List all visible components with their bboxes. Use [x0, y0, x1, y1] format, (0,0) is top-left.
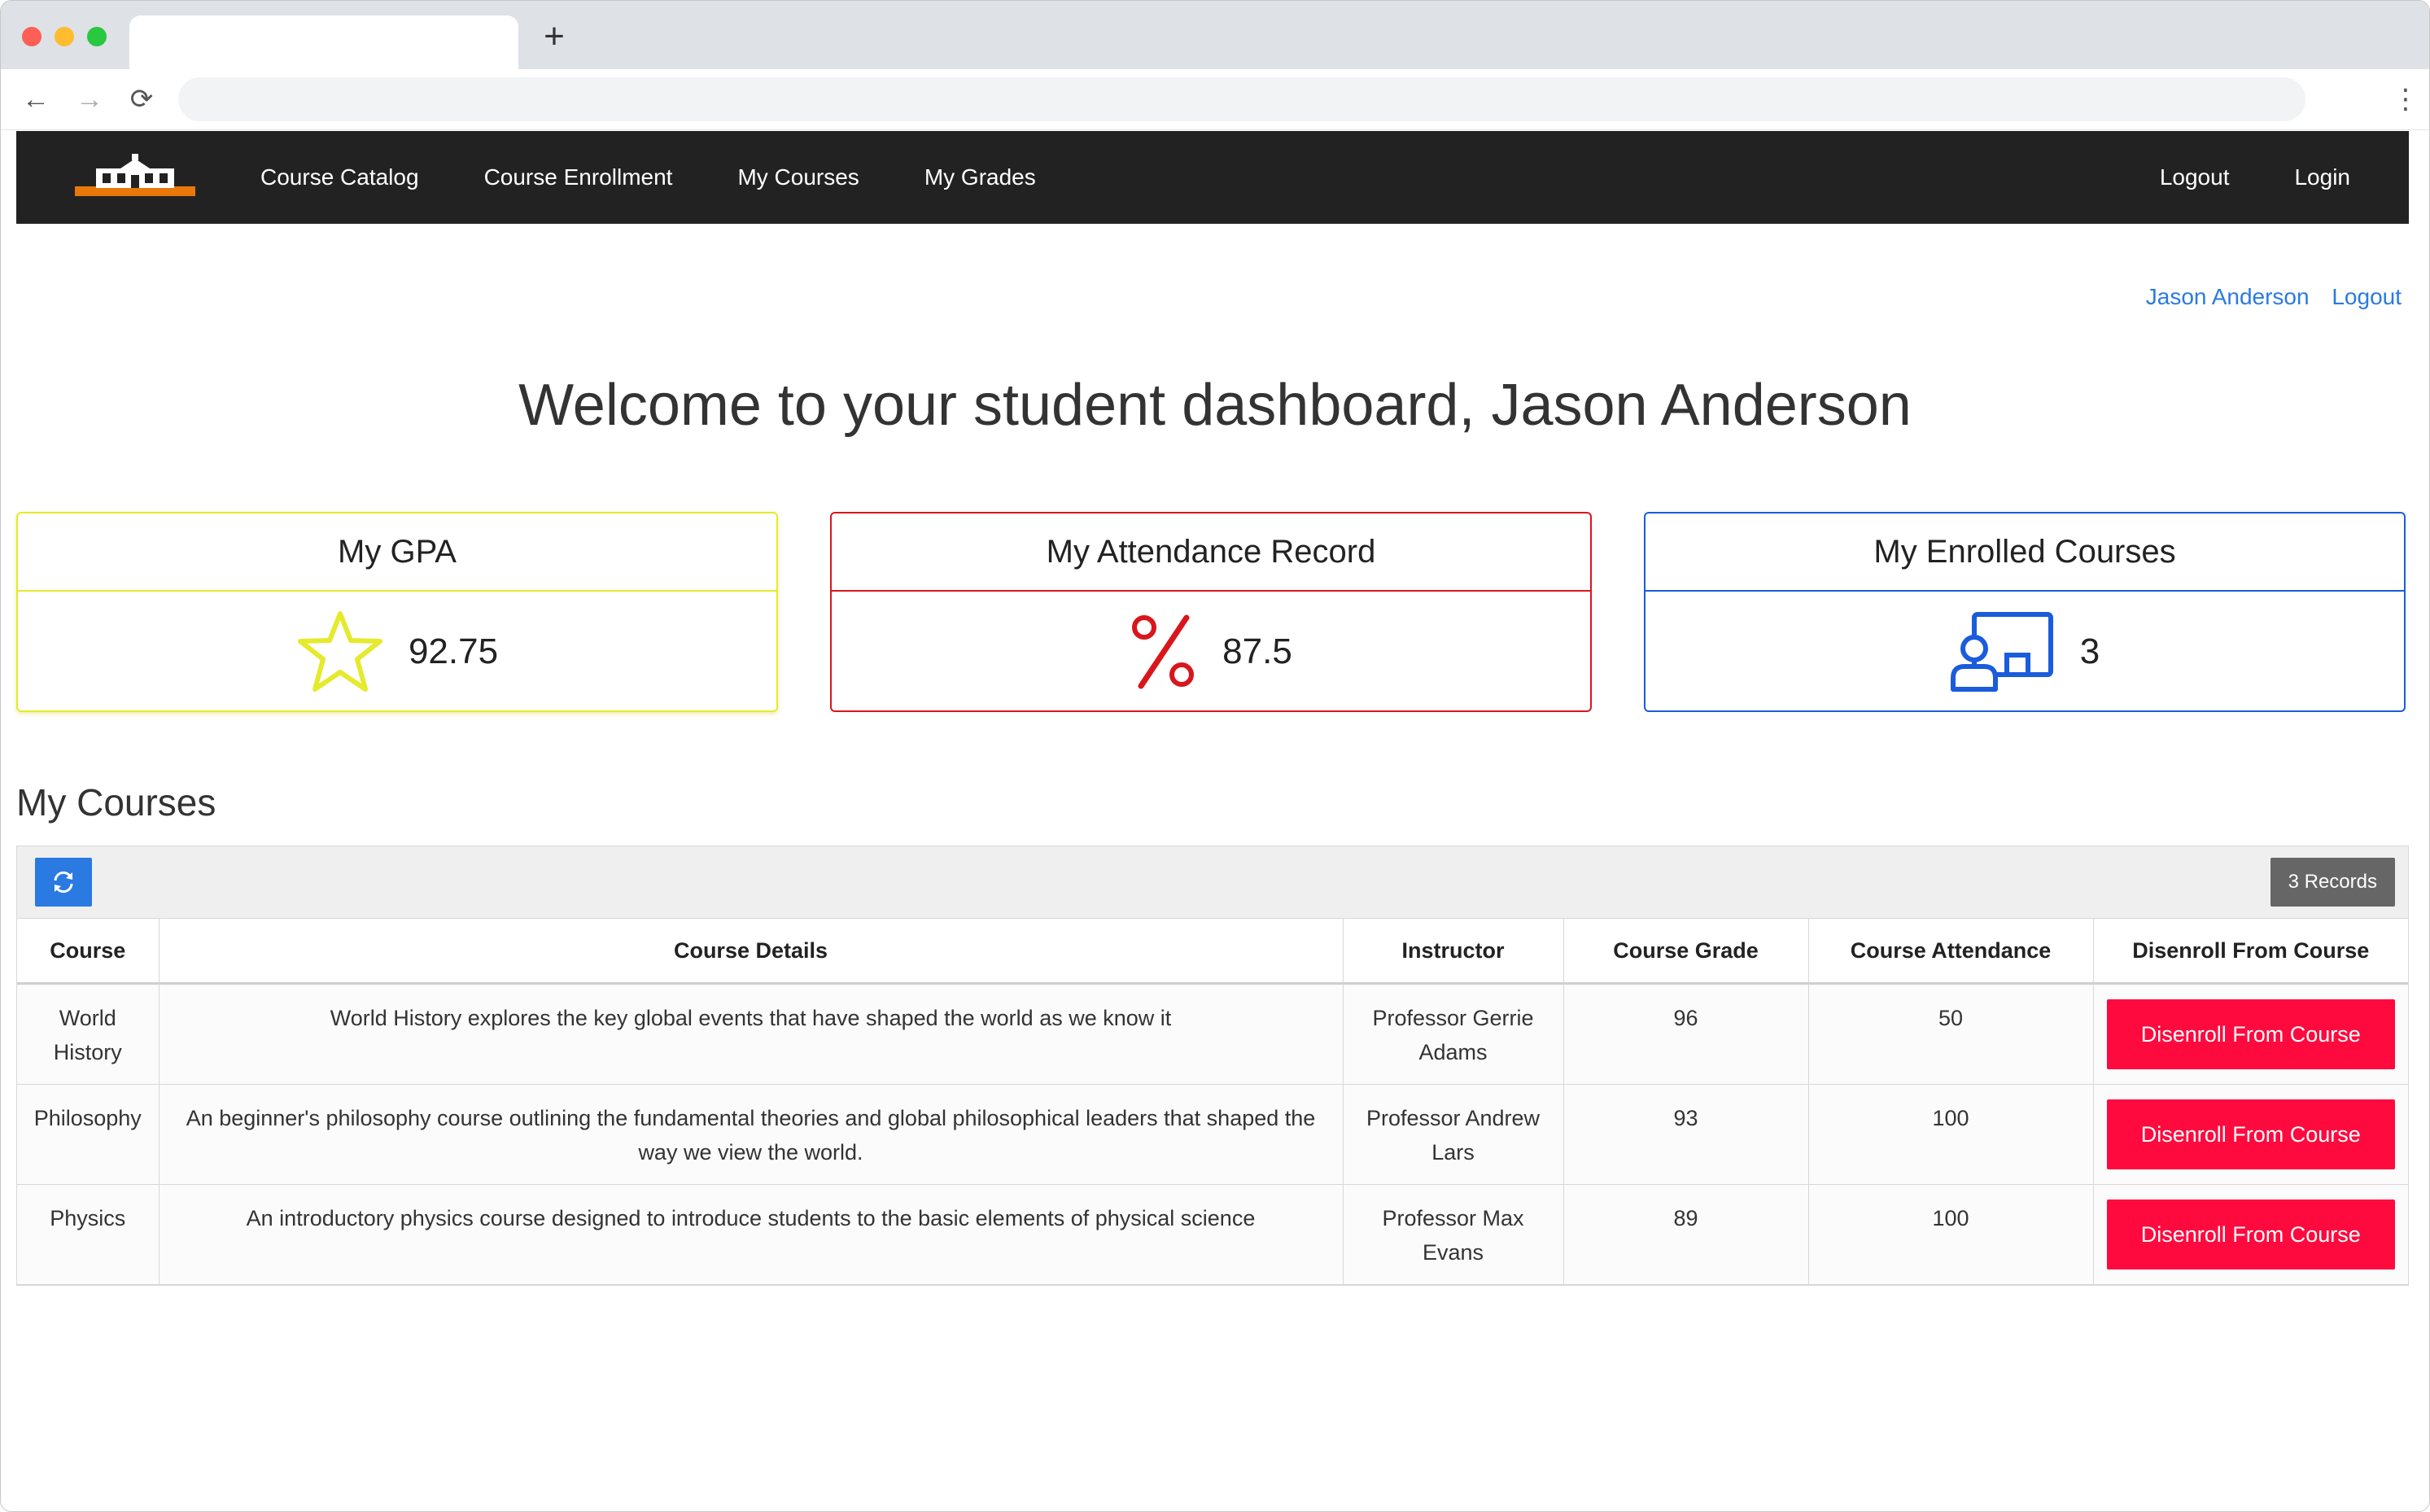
reload-icon[interactable]: ⟳	[126, 84, 157, 115]
courses-section-title: My Courses	[16, 781, 216, 824]
user-name-link[interactable]: Jason Anderson	[2146, 284, 2310, 309]
gpa-value: 92.75	[408, 631, 499, 671]
table-header-row: Course Course Details Instructor Course …	[17, 919, 2408, 985]
table-row: World History World History explores the…	[17, 983, 2408, 1085]
address-bar[interactable]	[178, 77, 2305, 121]
maximize-window-button[interactable]	[87, 27, 107, 46]
enrolled-card: My Enrolled Courses 3	[1644, 512, 2406, 712]
browser-toolbar: ← → ⟳ ⋮	[1, 69, 2429, 130]
cell-attendance: 50	[1808, 983, 2094, 1085]
nav-login[interactable]: Login	[2294, 164, 2350, 190]
column-header-grade[interactable]: Course Grade	[1563, 919, 1809, 985]
refresh-icon	[54, 871, 73, 894]
top-navbar: Course Catalog Course Enrollment My Cour…	[16, 131, 2409, 224]
grid-toolbar: 3 Records	[17, 846, 2408, 919]
cell-action: Disenroll From Course	[2093, 1084, 2408, 1185]
browser-menu-icon[interactable]: ⋮	[2392, 84, 2419, 115]
school-building-icon[interactable]	[75, 154, 195, 201]
enrolled-card-title: My Enrolled Courses	[1645, 513, 2404, 592]
disenroll-button[interactable]: Disenroll From Course	[2106, 999, 2395, 1069]
courses-table: Course Course Details Instructor Course …	[17, 919, 2408, 1285]
close-window-button[interactable]	[22, 27, 42, 46]
cell-details: An introductory physics course designed …	[159, 1184, 1344, 1285]
cell-attendance: 100	[1808, 1184, 2094, 1285]
column-header-course[interactable]: Course	[17, 919, 160, 985]
courses-grid: 3 Records Course Course Details Instruct…	[16, 846, 2409, 1286]
gpa-card: My GPA 92.75	[16, 512, 778, 712]
attendance-value: 87.5	[1222, 631, 1292, 671]
column-header-details[interactable]: Course Details	[159, 919, 1344, 985]
cell-instructor: Professor Max Evans	[1343, 1184, 1564, 1285]
cell-course: Physics	[17, 1184, 160, 1285]
cell-instructor: Professor Gerrie Adams	[1343, 983, 1564, 1085]
new-tab-button[interactable]: +	[538, 19, 570, 55]
column-header-attendance[interactable]: Course Attendance	[1808, 919, 2094, 985]
tab-strip: +	[1, 1, 2429, 69]
disenroll-button[interactable]: Disenroll From Course	[2106, 1200, 2395, 1269]
table-row: Physics An introductory physics course d…	[17, 1184, 2408, 1285]
forward-arrow-icon[interactable]: →	[74, 84, 105, 115]
enrolled-value: 3	[2079, 631, 2100, 671]
cell-details: World History explores the key global ev…	[159, 983, 1344, 1085]
cell-course: Philosophy	[17, 1084, 160, 1185]
cell-grade: 93	[1563, 1084, 1809, 1185]
nav-my-courses[interactable]: My Courses	[737, 164, 859, 190]
gpa-card-title: My GPA	[18, 513, 776, 592]
cell-attendance: 100	[1808, 1084, 2094, 1185]
page-content: Course Catalog Course Enrollment My Cour…	[1, 129, 2429, 1511]
cell-grade: 96	[1563, 983, 1809, 1085]
user-links: Jason Anderson Logout	[2130, 284, 2402, 310]
star-icon	[297, 611, 382, 692]
refresh-button[interactable]	[35, 858, 92, 907]
attendance-card: My Attendance Record 87.5	[830, 512, 1592, 712]
minimize-window-button[interactable]	[55, 27, 74, 46]
page-title: Welcome to your student dashboard, Jason…	[518, 373, 1912, 438]
cell-course: World History	[17, 983, 160, 1085]
teacher-board-icon	[1950, 612, 2053, 692]
nav-course-catalog[interactable]: Course Catalog	[260, 164, 419, 190]
cell-action: Disenroll From Course	[2093, 983, 2408, 1085]
browser-window: + ← → ⟳ ⋮ Course Catalog Course Enrollme…	[0, 0, 2430, 1512]
user-logout-link[interactable]: Logout	[2332, 284, 2402, 309]
browser-tab-active[interactable]	[129, 15, 518, 69]
back-arrow-icon[interactable]: ←	[20, 84, 51, 115]
main-nav: Course Catalog Course Enrollment My Cour…	[260, 131, 1101, 224]
cell-details: An beginner's philosophy course outlinin…	[159, 1084, 1344, 1185]
nav-course-enrollment[interactable]: Course Enrollment	[484, 164, 673, 190]
percent-icon	[1132, 614, 1195, 689]
attendance-card-title: My Attendance Record	[832, 513, 1590, 592]
nav-my-grades[interactable]: My Grades	[924, 164, 1036, 190]
column-header-disenroll[interactable]: Disenroll From Course	[2093, 919, 2408, 985]
cell-action: Disenroll From Course	[2093, 1184, 2408, 1285]
disenroll-button[interactable]: Disenroll From Course	[2106, 1099, 2395, 1169]
nav-right: Logout Login	[2095, 131, 2350, 224]
column-header-instructor[interactable]: Instructor	[1343, 919, 1564, 985]
nav-logout[interactable]: Logout	[2160, 164, 2230, 190]
records-count-badge: 3 Records	[2270, 858, 2395, 907]
table-row: Philosophy An beginner's philosophy cour…	[17, 1084, 2408, 1185]
cell-instructor: Professor Andrew Lars	[1343, 1084, 1564, 1185]
cell-grade: 89	[1563, 1184, 1809, 1285]
